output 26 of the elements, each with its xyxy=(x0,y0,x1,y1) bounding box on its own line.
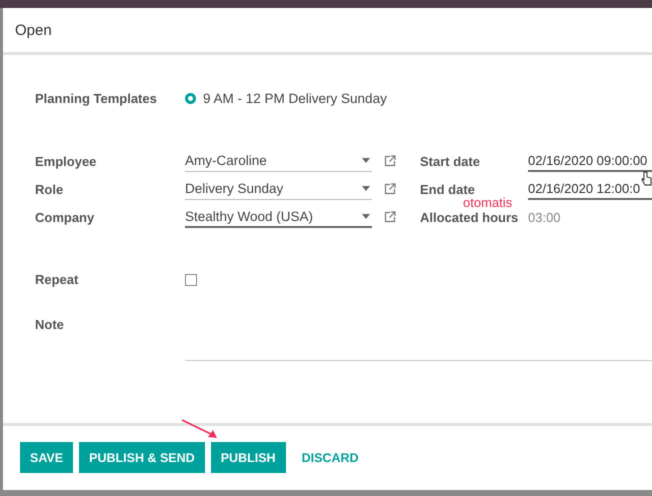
date-field[interactable]: 02/16/2020 09:00:00 xyxy=(528,150,652,172)
select-field[interactable]: Stealthy Wood (USA) xyxy=(185,206,372,228)
annotation-text: otomatis xyxy=(463,196,512,209)
caret-icon xyxy=(362,214,370,218)
select-field[interactable]: Amy-Caroline xyxy=(185,150,372,172)
field-label: Allocated hours xyxy=(420,210,520,224)
field-label: Start date xyxy=(420,154,481,168)
radio-label: 9 AM - 12 PM Delivery Sunday xyxy=(203,91,387,106)
field-label: Role xyxy=(35,182,64,196)
field-label: Repeat xyxy=(35,272,80,287)
external-link-icon[interactable] xyxy=(384,211,396,223)
radio-button[interactable] xyxy=(185,93,196,104)
field-label: Company xyxy=(35,210,96,224)
field-label: Note xyxy=(35,317,65,332)
checkbox[interactable] xyxy=(185,274,197,286)
caret-icon xyxy=(362,186,370,191)
external-link-icon[interactable] xyxy=(384,155,396,167)
field-value: 03:00 xyxy=(528,210,561,224)
caret-icon xyxy=(362,158,370,163)
external-link-icon[interactable] xyxy=(384,183,396,195)
field-label: End date xyxy=(420,182,476,196)
annotation-arrow xyxy=(180,418,220,440)
field-label: Planning Templates xyxy=(35,91,158,106)
select-field[interactable]: Delivery Sunday xyxy=(185,178,372,200)
dialog-title: Open xyxy=(15,22,52,38)
field-label: Employee xyxy=(35,154,98,168)
